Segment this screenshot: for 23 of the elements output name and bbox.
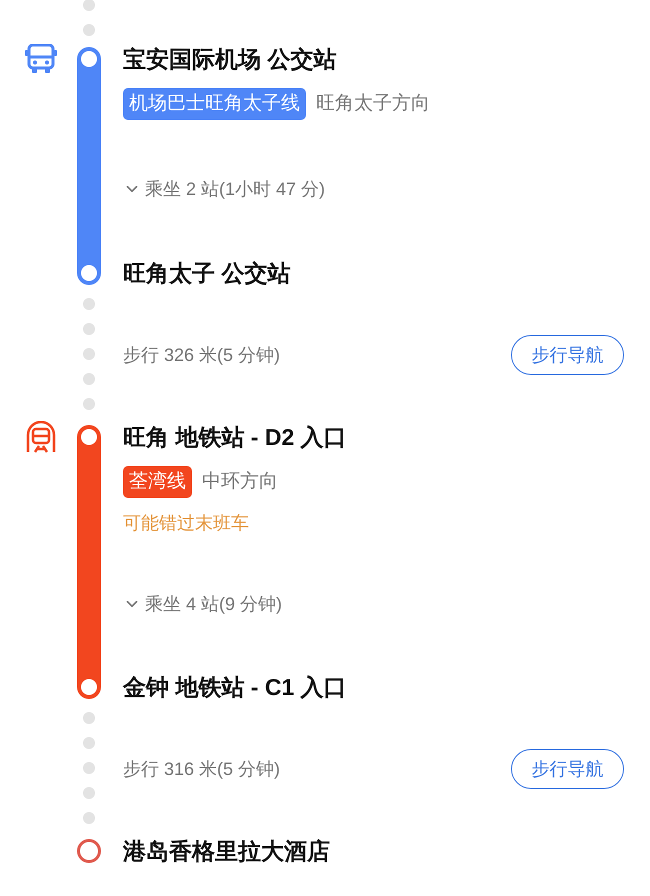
walk-navigation-button[interactable]: 步行导航 (511, 749, 624, 789)
stop-name: 宝安国际机场 公交站 (123, 44, 336, 74)
stop-marker (81, 679, 97, 695)
stop-name: 旺角太子 公交站 (123, 258, 290, 288)
stop-marker (81, 51, 97, 67)
stop-name: 金钟 地铁站 - C1 入口 (123, 672, 347, 702)
ride-toggle[interactable]: 乘坐 2 站(1小时 47 分) (123, 174, 326, 204)
bus-icon (24, 44, 56, 74)
destination-marker (77, 839, 101, 863)
line-badge: 荃湾线 (123, 466, 192, 498)
destination-name: 港岛香格里拉大酒店 (122, 836, 330, 866)
stop-name: 旺角 地铁站 - D2 入口 (123, 422, 347, 452)
stop-marker (81, 265, 97, 281)
warning-text: 可能错过末班车 (123, 512, 249, 534)
walk-navigation-button[interactable]: 步行导航 (511, 335, 624, 375)
walk-info: 步行 326 米(5 分钟) (123, 344, 280, 367)
train-icon (24, 421, 56, 453)
direction-text: 中环方向 (202, 470, 278, 494)
walk-info: 步行 316 米(5 分钟) (123, 758, 280, 781)
ride-toggle[interactable]: 乘坐 4 站(9 分钟) (123, 589, 282, 619)
stop-marker (81, 429, 97, 445)
direction-text: 旺角太子方向 (316, 92, 430, 116)
line-badge: 机场巴士旺角太子线 (123, 88, 306, 120)
